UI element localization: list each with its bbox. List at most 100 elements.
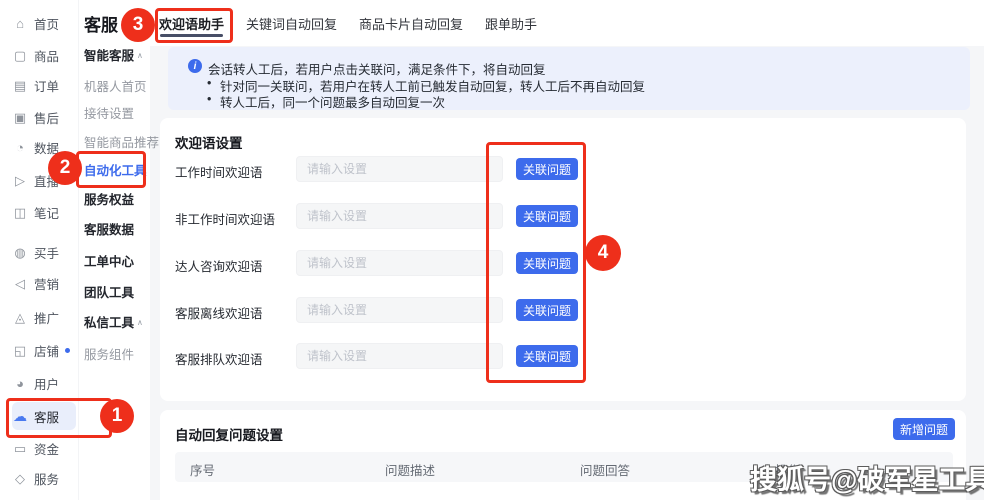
rail-item-order[interactable]: ▤ 订单 [12,72,76,98]
welcome-row-0: 工作时间欢迎语 关联问题 [175,156,605,182]
tab-bar: 欢迎语助手关键词自动回复商品卡片自动回复跟单助手 [150,0,984,46]
info-banner: i 会话转人工后，若用户点击关联问，满足条件下，将自动回复 针对同一关联问，若用… [168,47,970,110]
rail-item-marketing[interactable]: ◁ 营销 [12,270,76,296]
relate-question-button-2[interactable]: 关联问题 [516,252,578,274]
submenu-item-3[interactable]: 智能商品推荐 [84,132,159,151]
welcome-settings-title: 欢迎语设置 [175,132,243,152]
welcome-input-0[interactable] [296,156,503,182]
data-icon: ◔ [12,141,28,154]
column-header-1: 问题描述 [385,460,435,479]
rail-item-service[interactable]: ☁ 客服 [12,402,76,430]
chevron-up-icon: ∧ [137,51,143,60]
submenu-item-label: 服务组件 [84,348,134,362]
auto-reply-title: 自动回复问题设置 [175,424,283,444]
welcome-input-3[interactable] [296,297,503,323]
order-icon: ▤ [12,79,28,92]
submenu-item-label: 服务权益 [84,193,134,207]
relate-question-button-1[interactable]: 关联问题 [516,205,578,227]
rail-item-label: 用户 [34,374,59,393]
rail-item-product[interactable]: ▢商品 [12,42,76,68]
service-badge-icon: ◇ [12,472,28,485]
rail-item-promote[interactable]: ◬ 推广 [12,304,76,330]
funds-icon: ▭ [12,442,28,455]
welcome-row-label: 客服排队欢迎语 [175,349,263,368]
welcome-row-2: 达人咨询欢迎语 关联问题 [175,250,605,276]
shop-icon: ◱ [12,344,28,357]
rail-item-buyer[interactable]: ◍ 买手 [12,239,76,265]
service-icon: ☁ [12,409,28,423]
note-icon: ◫ [12,206,28,219]
welcome-row-1: 非工作时间欢迎语 关联问题 [175,203,605,229]
promote-icon: ◬ [12,311,28,324]
welcome-input-2[interactable] [296,250,503,276]
submenu-item-4[interactable]: 自动化工具 [84,160,147,179]
rail-item-user[interactable]: ◕ 用户 [12,370,76,396]
rail-item-label: 商品 [34,46,59,65]
rail-item-data[interactable]: ◔ 数据 [12,134,76,160]
rail-item-label: 资金 [34,439,59,458]
marketing-icon: ◁ [12,277,28,290]
rail-item-note[interactable]: ◫ 笔记 [12,199,76,225]
submenu-item-8[interactable]: 团队工具 [84,282,134,301]
notification-dot [65,348,70,353]
rail-item-label: 推广 [34,308,59,327]
submenu-item-label: 工单中心 [84,255,134,269]
submenu-item-1[interactable]: 机器人首页 [84,76,147,95]
customer-service-submenu: 客服 智能客服∧机器人首页接待设置智能商品推荐自动化工具服务权益客服数据工单中心… [78,0,150,500]
welcome-input-1[interactable] [296,203,503,229]
user-icon: ◕ [12,377,28,390]
relate-question-button-0[interactable]: 关联问题 [516,158,578,180]
app-window: ⌂ 首页 ▢商品 ▤ 订单 ▣售后 ◔ 数据 ▷ 直播 ◫ 笔记 ◍ 买手 ◁ 营销 ◬ 推广 ◱店铺 ◕ 用户 ☁ 客服 ▭… [0,0,984,500]
rail-item-label: 营销 [34,274,59,293]
submenu-item-0[interactable]: 智能客服∧ [84,45,143,64]
submenu-item-label: 机器人首页 [84,80,147,94]
welcome-row-label: 工作时间欢迎语 [175,162,263,181]
relate-question-button-3[interactable]: 关联问题 [516,299,578,321]
welcome-input-4[interactable] [296,343,503,369]
rail-item-label: 直播 [34,171,59,190]
welcome-row-3: 客服离线欢迎语 关联问题 [175,297,605,323]
rail-item-funds[interactable]: ▭ 资金 [12,435,76,461]
tab-1[interactable]: 关键词自动回复 [246,0,337,46]
add-question-button[interactable]: 新增问题 [893,418,955,440]
submenu-item-label: 客服数据 [84,223,134,237]
submenu-item-2[interactable]: 接待设置 [84,103,134,122]
rail-item-label: 服务 [34,469,59,488]
submenu-item-label: 团队工具 [84,286,134,300]
rail-item-label: 售后 [34,108,59,127]
notification-dot [65,178,70,183]
welcome-row-label: 客服离线欢迎语 [175,303,263,322]
submenu-item-label: 接待设置 [84,107,134,121]
live-icon: ▷ [12,174,28,187]
submenu-item-6[interactable]: 客服数据 [84,219,134,238]
rail-item-home[interactable]: ⌂ 首页 [12,10,76,36]
rail-item-shop[interactable]: ◱店铺 [12,337,76,363]
buyer-icon: ◍ [12,246,28,259]
rail-item-live[interactable]: ▷ 直播 [12,167,76,193]
submenu-item-10[interactable]: 服务组件 [84,344,134,363]
tab-0[interactable]: 欢迎语助手 [159,0,224,46]
submenu-item-7[interactable]: 工单中心 [84,251,134,270]
rail-item-label: 订单 [34,76,59,95]
home-icon: ⌂ [12,17,28,30]
rail-item-aftersale[interactable]: ▣售后 [12,104,76,130]
column-header-0: 序号 [190,460,215,479]
rail-item-service-badge[interactable]: ◇ 服务 [12,465,76,491]
watermark-text: 搜狐号@破军星工具箱 [750,458,984,497]
submenu-item-label: 自动化工具 [84,164,147,178]
main-content: 欢迎语助手关键词自动回复商品卡片自动回复跟单助手 i 会话转人工后，若用户点击关… [150,0,984,500]
rail-item-label: 客服 [34,407,59,426]
submenu-item-9[interactable]: 私信工具∧ [84,312,143,331]
rail-item-label: 数据 [34,138,59,157]
rail-item-label: 首页 [34,14,59,33]
submenu-item-label: 智能客服 [84,49,134,63]
tab-2[interactable]: 商品卡片自动回复 [359,0,463,46]
rail-item-label: 买手 [34,243,59,262]
welcome-row-4: 客服排队欢迎语 关联问题 [175,343,605,369]
welcome-row-label: 达人咨询欢迎语 [175,256,263,275]
rail-item-label: 笔记 [34,203,59,222]
submenu-item-5[interactable]: 服务权益 [84,189,134,208]
relate-question-button-4[interactable]: 关联问题 [516,345,578,367]
welcome-row-label: 非工作时间欢迎语 [175,209,275,228]
tab-3[interactable]: 跟单助手 [485,0,537,46]
